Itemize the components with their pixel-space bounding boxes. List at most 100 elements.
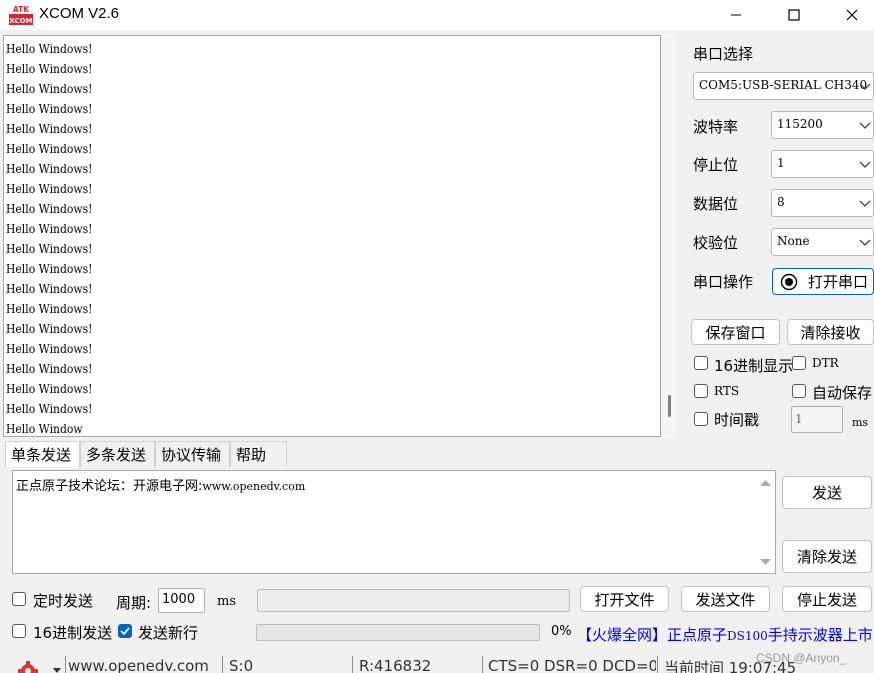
receive-scroll-thumb[interactable] [668,395,671,417]
receive-scrollbar[interactable] [661,35,678,437]
maximize-icon [788,9,800,21]
checkmark-icon [120,627,130,636]
period-label: 周期: [116,594,152,612]
status-sent-count: S:0 [229,657,254,673]
timestamp-checkbox[interactable] [694,412,708,426]
port-select-value: COM5:USB-SERIAL CH340 [699,78,868,92]
parity-label: 校验位 [693,234,739,252]
send-textarea[interactable]: 正点原子技术论坛：开源电子网:www.openedv.com [12,470,776,574]
parity-select[interactable]: None [771,228,874,256]
stop-send-button[interactable]: 停止发送 [782,586,872,612]
tab-help[interactable]: 帮助 [230,441,287,467]
timed-send-label: 定时发送 [33,592,94,610]
file-path-bar [257,589,570,612]
receive-line: Hello Windows! [6,102,93,116]
dtr-checkbox[interactable] [792,356,806,370]
clear-receive-button[interactable]: 清除接收 [787,319,874,345]
receive-line: Hello Windows! [6,402,93,416]
dtr-label: DTR [812,356,839,370]
data-bits-label: 数据位 [693,195,739,213]
chevron-down-icon [859,239,871,246]
chevron-down-icon [859,200,871,207]
tab-multi-send[interactable]: 多条发送 [80,441,155,467]
baud-label: 波特率 [693,118,739,136]
minimize-button[interactable] [707,0,765,30]
gear-icon[interactable] [17,660,39,673]
timestamp-label: 时间戳 [714,411,760,429]
stop-bits-label: 停止位 [693,156,739,174]
status-separator [352,656,353,673]
chevron-down-icon [859,83,871,90]
hex-send-label: 16进制发送 [33,624,113,642]
period-input[interactable]: 1000 [158,588,205,613]
send-newline-label: 发送新行 [138,624,199,642]
receive-text: Hello Windows! Hello Windows! Hello Window… [6,39,93,436]
tab-protocol[interactable]: 协议传输 [155,441,230,467]
receive-line: Hello Windows! [6,42,93,56]
scroll-up-icon[interactable] [760,479,771,487]
receive-line: Hello Windows! [6,202,93,216]
status-separator [65,656,66,673]
tab-single-send[interactable]: 单条发送 [5,441,80,467]
title-bar: ATK XCOM XCOM V2.6 [0,0,874,30]
port-operation-label: 串口操作 [693,273,754,291]
receive-line: Hello Windows! [6,222,93,236]
status-url[interactable]: www.openedv.com [68,657,209,673]
baud-select[interactable]: 115200 [771,111,874,139]
timestamp-unit: ms [852,416,869,429]
stop-bits-select[interactable]: 1 [771,150,874,178]
data-bits-value: 8 [777,195,785,209]
close-button[interactable] [823,0,874,30]
stop-bits-value: 1 [777,156,785,170]
rts-label: RTS [714,384,740,398]
window-title: XCOM V2.6 [39,5,120,22]
rts-checkbox[interactable] [694,384,708,398]
timestamp-interval-input[interactable]: 1 [791,406,843,433]
auto-save-checkbox[interactable] [792,384,806,398]
maximize-button[interactable] [765,0,823,30]
status-lines: CTS=0 DSR=0 DCD=0 [488,657,656,673]
receive-line: Hello Windows! [6,142,93,156]
radio-on-icon [780,273,798,290]
receive-line: Hello Windows! [6,322,93,336]
receive-line: Hello Windows! [6,342,93,356]
receive-line: Hello Windows! [6,182,93,196]
hex-send-checkbox[interactable] [12,624,26,638]
clear-send-button[interactable]: 清除发送 [782,540,872,573]
dropdown-arrow-icon[interactable] [53,668,61,673]
receive-line: Hello Windows! [6,282,93,296]
send-progress-bar [256,624,540,641]
status-separator [482,656,483,673]
status-separator [657,656,658,673]
open-file-button[interactable]: 打开文件 [580,586,669,612]
receive-line: Hello Windows! [6,82,93,96]
app-logo-icon: ATK XCOM [9,4,33,26]
receive-line: Hello Windows! [6,362,93,376]
port-select[interactable]: COM5:USB-SERIAL CH340 [693,72,874,100]
receive-line: Hello Windows! [6,62,93,76]
hex-display-checkbox[interactable] [694,356,708,370]
period-unit: ms [217,594,236,609]
send-newline-checkbox[interactable] [118,624,132,638]
period-value: 1000 [162,592,196,607]
receive-textarea[interactable]: Hello Windows! Hello Windows! Hello Window… [3,35,661,437]
save-window-button[interactable]: 保存窗口 [691,319,780,345]
auto-save-label: 自动保存 [812,384,873,402]
ad-link[interactable]: 【火爆全网】正点原子DS100手持示波器上市 [577,624,873,645]
scroll-down-icon[interactable] [760,558,771,566]
receive-line: Hello Windows! [6,382,93,396]
timed-send-checkbox[interactable] [12,592,26,606]
baud-select-value: 115200 [777,117,823,131]
close-icon [846,9,858,21]
chevron-down-icon [859,161,871,168]
receive-line: Hello Windows! [6,162,93,176]
data-bits-select[interactable]: 8 [771,189,874,217]
status-separator [222,656,223,673]
send-button[interactable]: 发送 [782,476,872,509]
send-file-button[interactable]: 发送文件 [681,586,770,612]
svg-text:ATK: ATK [13,5,30,14]
send-progress-text: 0% [551,624,572,639]
receive-line: Hello Window [6,422,83,436]
csdn-watermark: CSDN @Anyon_ [756,651,847,665]
open-port-button[interactable]: 打开串口 [772,268,874,295]
